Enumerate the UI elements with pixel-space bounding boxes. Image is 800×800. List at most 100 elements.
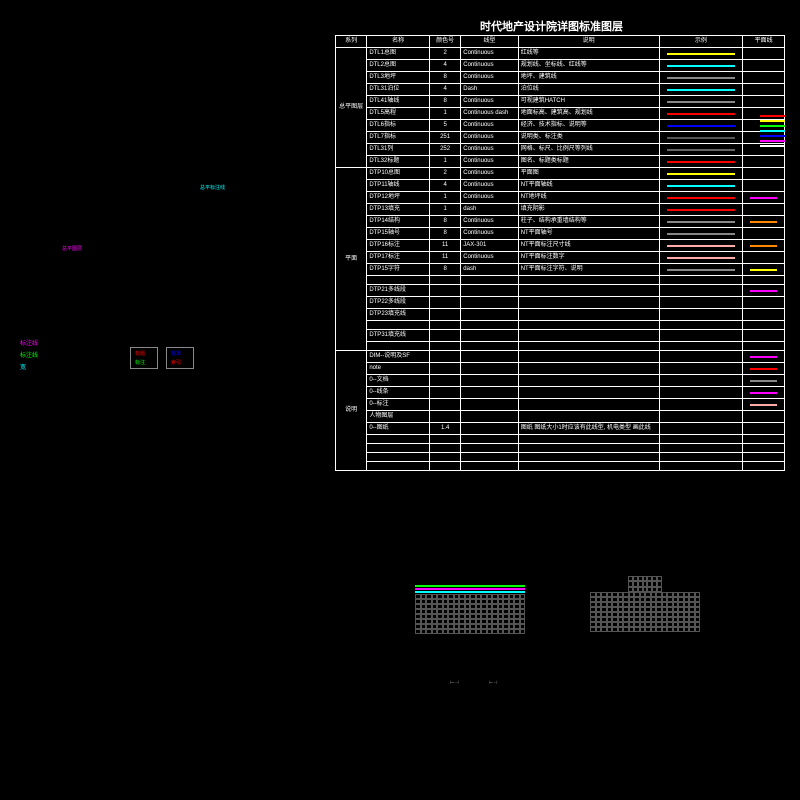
swatch-cell [659, 399, 743, 411]
data-cell: Continuous [461, 180, 518, 192]
extra-cell [743, 411, 785, 423]
extra-cell [743, 264, 785, 276]
data-cell: Continuous [461, 252, 518, 264]
swatch-cell [659, 453, 743, 462]
data-cell: 4 [429, 84, 460, 96]
data-cell: 图名、标题类标题 [518, 156, 659, 168]
data-cell: 2 [429, 168, 460, 180]
swatch-cell [659, 411, 743, 423]
data-cell: Dash [461, 84, 518, 96]
data-cell: Continuous [461, 48, 518, 60]
table-row: DTP14结构8Continuous柱子、结构承重墙结构等 [336, 216, 785, 228]
data-cell: 1 [429, 204, 460, 216]
data-cell [461, 462, 518, 471]
swatch-cell [659, 435, 743, 444]
table-row: DTP21多线段 [336, 285, 785, 297]
data-cell [518, 387, 659, 399]
table-row: DTL31泊位4Dash泊位线 [336, 84, 785, 96]
data-cell: 0--图纸 [367, 423, 430, 435]
table-row [336, 462, 785, 471]
side-label: 宽 [20, 362, 38, 371]
data-cell [518, 297, 659, 309]
data-cell [367, 444, 430, 453]
data-cell [429, 411, 460, 423]
table-row: DTL7指标251Continuous说明类、标注类 [336, 132, 785, 144]
extra-swatch [760, 135, 785, 137]
extra-cell [743, 351, 785, 363]
data-cell: DTP12地坪 [367, 192, 430, 204]
table-row: 人物图层 [336, 411, 785, 423]
data-cell: 泊位线 [518, 84, 659, 96]
data-cell: 经济、技术指标、说明等 [518, 120, 659, 132]
data-cell: NT平面标注字符、说明 [518, 264, 659, 276]
data-cell: dash [461, 264, 518, 276]
table-row: DTP15轴号8ContinuousNT平面轴号 [336, 228, 785, 240]
extra-cell [743, 252, 785, 264]
data-cell [429, 321, 460, 330]
data-cell [429, 285, 460, 297]
data-cell: DTL32标题 [367, 156, 430, 168]
swatch-cell [659, 180, 743, 192]
swatch-cell [659, 216, 743, 228]
extra-swatch [760, 140, 785, 142]
swatch-cell [659, 285, 743, 297]
data-cell: 红线等 [518, 48, 659, 60]
swatch-cell [659, 330, 743, 342]
table-row: DTP23填充线 [336, 309, 785, 321]
legend-item: 标准 [171, 350, 189, 357]
data-cell: DTP17标注 [367, 252, 430, 264]
data-cell [429, 351, 460, 363]
extra-cell [743, 387, 785, 399]
data-cell: NT地坪线 [518, 192, 659, 204]
table-row: 总平图层DTL1总图2Continuous红线等 [336, 48, 785, 60]
table-row: 0--文档 [336, 375, 785, 387]
swatch-cell [659, 375, 743, 387]
data-cell: 4 [429, 60, 460, 72]
data-cell: 251 [429, 132, 460, 144]
data-cell [429, 342, 460, 351]
data-cell [461, 330, 518, 342]
table-row: 平面DTP10总图2Continuous平面图 [336, 168, 785, 180]
data-cell: DTP15轴号 [367, 228, 430, 240]
table-row: DTL2总图4Continuous规划线、坐标线、红线等 [336, 60, 785, 72]
table-row: DTP13填充1dash填充阴影 [336, 204, 785, 216]
data-cell: DTP23填充线 [367, 309, 430, 321]
data-cell: 网格、标尺、比例尺等列线 [518, 144, 659, 156]
extra-cell [743, 276, 785, 285]
swatch-cell [659, 342, 743, 351]
data-cell [461, 375, 518, 387]
annotation-1: 总平标注线 [200, 184, 225, 191]
col-header: 示例 [659, 36, 743, 48]
data-cell: DTL7指标 [367, 132, 430, 144]
table-row: 说明DIM--说明及SF [336, 351, 785, 363]
data-cell: Continuous dash [461, 108, 518, 120]
data-cell [518, 399, 659, 411]
data-cell: 0--文档 [367, 375, 430, 387]
extra-cell [743, 435, 785, 444]
data-cell: 图纸 图纸大小1时应该有此线型, 机电类型 画此线 [518, 423, 659, 435]
data-cell: Continuous [461, 120, 518, 132]
data-cell: DTP10总图 [367, 168, 430, 180]
data-cell [461, 411, 518, 423]
swatch-cell [659, 108, 743, 120]
table-row: 0--标注 [336, 399, 785, 411]
data-cell: 8 [429, 228, 460, 240]
data-cell [367, 342, 430, 351]
data-cell: DTP14结构 [367, 216, 430, 228]
data-cell: DTP11轴线 [367, 180, 430, 192]
data-cell: 1.4 [429, 423, 460, 435]
extra-swatch [760, 130, 785, 132]
extra-cell [743, 204, 785, 216]
swatch-cell [659, 297, 743, 309]
scale-marks: ⊢⊣⊢⊣ [450, 680, 497, 686]
data-cell: DTL41轴线 [367, 96, 430, 108]
col-header: 名称 [367, 36, 430, 48]
data-cell: 8 [429, 264, 460, 276]
side-label: 标注线 [20, 350, 38, 359]
side-labels: 标注线标注线宽 [20, 338, 38, 374]
data-cell: 5 [429, 120, 460, 132]
data-cell [518, 351, 659, 363]
data-cell: 0--线条 [367, 387, 430, 399]
data-cell: 8 [429, 96, 460, 108]
extra-cell [743, 72, 785, 84]
